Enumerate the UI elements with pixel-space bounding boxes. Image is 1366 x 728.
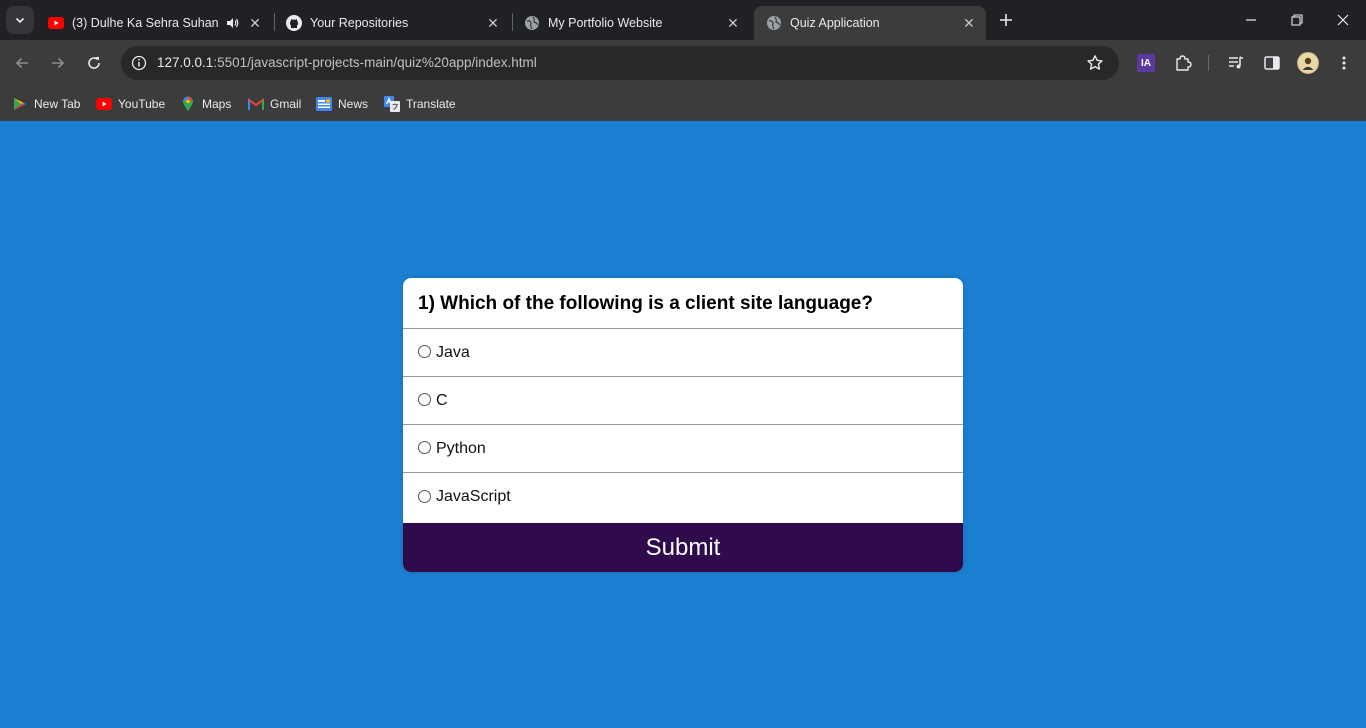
news-icon: [316, 96, 332, 112]
arrow-right-icon: [52, 57, 65, 69]
bookmark-label: New Tab: [34, 97, 81, 111]
ia-extension-icon[interactable]: IA: [1135, 52, 1157, 74]
submit-button[interactable]: Submit: [403, 523, 963, 572]
bookmarks-bar: New Tab YouTube Maps Gmail News Translat…: [0, 86, 1366, 121]
globe-icon: [524, 15, 540, 31]
plus-icon: [1000, 14, 1012, 26]
tab-youtube[interactable]: (3) Dulhe Ka Sehra Suhana Lagta Hai ✕: [36, 6, 272, 40]
url-path: :5501/javascript-projects-main/quiz%20ap…: [213, 55, 537, 70]
youtube-icon: [48, 15, 64, 31]
speaker-icon[interactable]: [224, 15, 240, 31]
bookmark-youtube[interactable]: YouTube: [96, 92, 165, 116]
side-panel-icon[interactable]: [1261, 52, 1283, 74]
bookmark-label: News: [338, 97, 369, 111]
quiz-card: 1) Which of the following is a client si…: [403, 278, 963, 572]
reload-button[interactable]: [80, 49, 108, 77]
url-host: 127.0.0.1: [157, 55, 214, 70]
tab-quiz-application[interactable]: Quiz Application ✕: [754, 6, 986, 40]
bookmark-label: Maps: [202, 97, 232, 111]
option-label: C: [436, 391, 448, 409]
tab-title: Your Repositories: [310, 16, 409, 30]
url-text: 127.0.0.1:5501/javascript-projects-main/…: [157, 55, 537, 70]
arrow-left-icon: [15, 57, 28, 69]
radio-button[interactable]: [418, 345, 431, 358]
option-label: Java: [436, 343, 470, 361]
close-icon[interactable]: ✕: [960, 14, 978, 32]
tab-title: (3) Dulhe Ka Sehra Suhana Lagta Hai: [72, 16, 218, 30]
radio-button[interactable]: [418, 441, 431, 454]
tab-strip: (3) Dulhe Ka Sehra Suhana Lagta Hai ✕ Yo…: [0, 0, 1366, 40]
chevron-down-icon: [15, 17, 25, 24]
bookmark-translate[interactable]: Translate: [384, 92, 456, 116]
tab-title: My Portfolio Website: [548, 16, 663, 30]
radio-button[interactable]: [418, 489, 431, 503]
bookmark-gmail[interactable]: Gmail: [248, 92, 301, 116]
extensions-puzzle-icon[interactable]: [1172, 52, 1194, 74]
avatar: [1297, 52, 1319, 74]
close-window-button[interactable]: [1320, 0, 1366, 40]
tab-title: Quiz Application: [790, 16, 880, 30]
translate-icon: [384, 96, 400, 112]
bookmark-label: Gmail: [270, 97, 302, 111]
tab-portfolio[interactable]: My Portfolio Website ✕: [512, 6, 750, 40]
bookmark-star-icon[interactable]: [1085, 53, 1105, 73]
browser-chrome: (3) Dulhe Ka Sehra Suhana Lagta Hai ✕ Yo…: [0, 0, 1366, 121]
restore-icon: [1291, 14, 1303, 26]
option-label: JavaScript: [436, 488, 511, 505]
answer-option-java[interactable]: Java: [403, 329, 963, 377]
profile-avatar[interactable]: [1297, 52, 1319, 74]
close-icon[interactable]: ✕: [724, 14, 742, 32]
youtube-icon: [96, 96, 112, 112]
bookmark-maps[interactable]: Maps: [180, 92, 231, 116]
site-info-icon[interactable]: [129, 53, 149, 73]
reload-icon: [88, 57, 100, 69]
answer-option-python[interactable]: Python: [403, 425, 963, 473]
bookmark-new-tab[interactable]: New Tab: [12, 92, 80, 116]
page-viewport: 1) Which of the following is a client si…: [0, 121, 1366, 728]
answer-option-javascript[interactable]: JavaScript: [403, 473, 963, 521]
tab-github[interactable]: Your Repositories ✕: [274, 6, 510, 40]
media-control-icon[interactable]: [1225, 52, 1247, 74]
question-text: 1) Which of the following is a client si…: [403, 278, 963, 329]
new-tab-button[interactable]: [994, 8, 1018, 32]
maps-icon: [180, 96, 196, 112]
radio-button[interactable]: [418, 393, 431, 406]
address-bar[interactable]: 127.0.0.1:5501/javascript-projects-main/…: [121, 46, 1119, 80]
restore-button[interactable]: [1274, 0, 1320, 40]
close-icon[interactable]: ✕: [484, 14, 502, 32]
browser-toolbar: 127.0.0.1:5501/javascript-projects-main/…: [0, 40, 1366, 86]
ia-badge: IA: [1137, 54, 1155, 72]
close-icon[interactable]: ✕: [246, 14, 264, 32]
github-icon: [286, 15, 302, 31]
bookmark-news[interactable]: News: [316, 92, 368, 116]
gmail-icon: [248, 96, 264, 112]
toolbar-divider: [1208, 55, 1209, 71]
option-label: Python: [436, 439, 486, 457]
tab-search-button[interactable]: [6, 6, 34, 34]
minimize-icon: [1246, 19, 1256, 21]
back-button[interactable]: [8, 49, 36, 77]
globe-icon: [766, 15, 782, 31]
minimize-button[interactable]: [1228, 0, 1274, 40]
bookmark-label: Translate: [406, 97, 456, 111]
play-store-icon: [12, 96, 28, 112]
answer-option-c[interactable]: C: [403, 377, 963, 425]
more-menu-icon[interactable]: [1333, 52, 1355, 74]
bookmark-label: YouTube: [118, 97, 166, 111]
close-icon: [1337, 14, 1349, 26]
forward-button[interactable]: [44, 49, 72, 77]
